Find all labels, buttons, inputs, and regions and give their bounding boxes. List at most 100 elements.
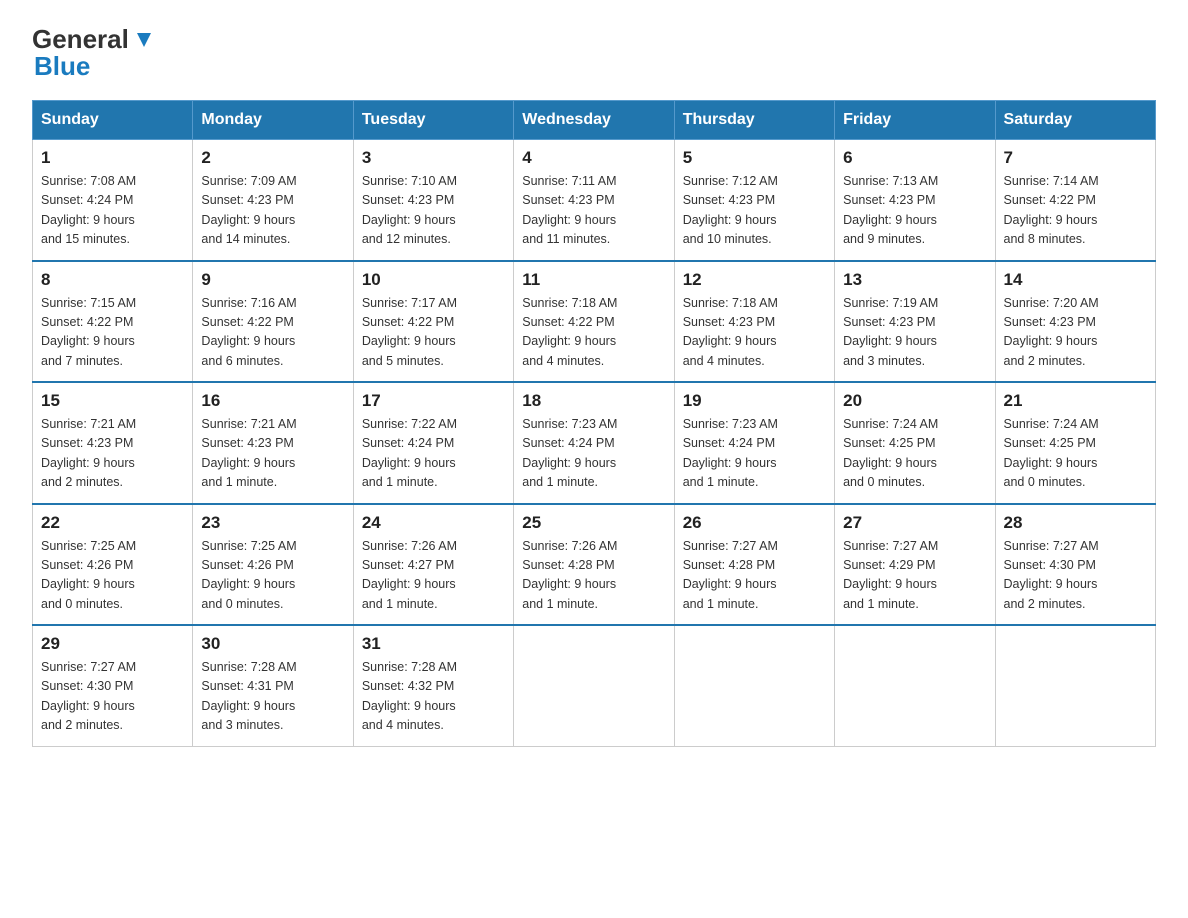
day-number: 12 (683, 270, 826, 290)
day-number: 7 (1004, 148, 1147, 168)
calendar-cell: 18Sunrise: 7:23 AMSunset: 4:24 PMDayligh… (514, 382, 674, 504)
calendar-cell: 31 Sunrise: 7:28 AMSunset: 4:32 PMDayligh… (353, 625, 513, 746)
calendar-cell: 11 Sunrise: 7:18 AMSunset: 4:22 PMDayligh… (514, 261, 674, 383)
calendar-cell: 13 Sunrise: 7:19 AMSunset: 4:23 PMDayligh… (835, 261, 995, 383)
calendar-cell: 26 Sunrise: 7:27 AMSunset: 4:28 PMDayligh… (674, 504, 834, 626)
calendar-cell: 24 Sunrise: 7:26 AMSunset: 4:27 PMDayligh… (353, 504, 513, 626)
calendar-cell: 12 Sunrise: 7:18 AMSunset: 4:23 PMDayligh… (674, 261, 834, 383)
logo-triangle-icon (131, 29, 153, 51)
day-info: Sunrise: 7:20 AMSunset: 4:23 PMDaylight:… (1004, 294, 1147, 372)
col-header-wednesday: Wednesday (514, 101, 674, 140)
day-number: 24 (362, 513, 505, 533)
day-number: 31 (362, 634, 505, 654)
day-info: Sunrise: 7:19 AMSunset: 4:23 PMDaylight:… (843, 294, 986, 372)
calendar-cell: 28Sunrise: 7:27 AMSunset: 4:30 PMDayligh… (995, 504, 1155, 626)
day-info: Sunrise: 7:25 AMSunset: 4:26 PMDaylight:… (41, 537, 184, 615)
day-number: 11 (522, 270, 665, 290)
calendar-week-row: 29 Sunrise: 7:27 AMSunset: 4:30 PMDayligh… (33, 625, 1156, 746)
day-info: Sunrise: 7:24 AMSunset: 4:25 PMDaylight:… (1004, 415, 1147, 493)
col-header-friday: Friday (835, 101, 995, 140)
calendar-cell: 17 Sunrise: 7:22 AMSunset: 4:24 PMDayligh… (353, 382, 513, 504)
calendar-cell: 23 Sunrise: 7:25 AMSunset: 4:26 PMDayligh… (193, 504, 353, 626)
day-info: Sunrise: 7:09 AMSunset: 4:23 PMDaylight:… (201, 172, 344, 250)
calendar-cell: 22 Sunrise: 7:25 AMSunset: 4:26 PMDayligh… (33, 504, 193, 626)
day-number: 23 (201, 513, 344, 533)
day-info: Sunrise: 7:13 AMSunset: 4:23 PMDaylight:… (843, 172, 986, 250)
logo: General Blue (32, 24, 153, 82)
day-info: Sunrise: 7:28 AMSunset: 4:31 PMDaylight:… (201, 658, 344, 736)
calendar-cell: 3 Sunrise: 7:10 AMSunset: 4:23 PMDaylight… (353, 140, 513, 261)
calendar-cell: 16 Sunrise: 7:21 AMSunset: 4:23 PMDayligh… (193, 382, 353, 504)
day-info: Sunrise: 7:27 AMSunset: 4:28 PMDaylight:… (683, 537, 826, 615)
day-info: Sunrise: 7:16 AMSunset: 4:22 PMDaylight:… (201, 294, 344, 372)
calendar-table: SundayMondayTuesdayWednesdayThursdayFrid… (32, 100, 1156, 747)
day-number: 13 (843, 270, 986, 290)
calendar-week-row: 1Sunrise: 7:08 AMSunset: 4:24 PMDaylight… (33, 140, 1156, 261)
logo-text-blue: Blue (34, 51, 90, 82)
day-info: Sunrise: 7:23 AMSunset: 4:24 PMDaylight:… (683, 415, 826, 493)
day-number: 21 (1004, 391, 1147, 411)
calendar-week-row: 8Sunrise: 7:15 AMSunset: 4:22 PMDaylight… (33, 261, 1156, 383)
calendar-header-row: SundayMondayTuesdayWednesdayThursdayFrid… (33, 101, 1156, 140)
day-number: 4 (522, 148, 665, 168)
calendar-cell: 19 Sunrise: 7:23 AMSunset: 4:24 PMDayligh… (674, 382, 834, 504)
day-number: 5 (683, 148, 826, 168)
day-number: 26 (683, 513, 826, 533)
calendar-cell: 10 Sunrise: 7:17 AMSunset: 4:22 PMDayligh… (353, 261, 513, 383)
day-info: Sunrise: 7:18 AMSunset: 4:23 PMDaylight:… (683, 294, 826, 372)
day-number: 29 (41, 634, 184, 654)
calendar-cell: 15 Sunrise: 7:21 AMSunset: 4:23 PMDayligh… (33, 382, 193, 504)
day-number: 17 (362, 391, 505, 411)
calendar-cell: 30 Sunrise: 7:28 AMSunset: 4:31 PMDayligh… (193, 625, 353, 746)
calendar-cell: 25Sunrise: 7:26 AMSunset: 4:28 PMDayligh… (514, 504, 674, 626)
day-info: Sunrise: 7:27 AMSunset: 4:29 PMDaylight:… (843, 537, 986, 615)
day-info: Sunrise: 7:14 AMSunset: 4:22 PMDaylight:… (1004, 172, 1147, 250)
day-info: Sunrise: 7:25 AMSunset: 4:26 PMDaylight:… (201, 537, 344, 615)
calendar-cell: 14Sunrise: 7:20 AMSunset: 4:23 PMDayligh… (995, 261, 1155, 383)
calendar-cell: 9 Sunrise: 7:16 AMSunset: 4:22 PMDaylight… (193, 261, 353, 383)
day-number: 3 (362, 148, 505, 168)
day-info: Sunrise: 7:21 AMSunset: 4:23 PMDaylight:… (41, 415, 184, 493)
col-header-saturday: Saturday (995, 101, 1155, 140)
calendar-cell: 1Sunrise: 7:08 AMSunset: 4:24 PMDaylight… (33, 140, 193, 261)
col-header-monday: Monday (193, 101, 353, 140)
day-number: 16 (201, 391, 344, 411)
day-number: 9 (201, 270, 344, 290)
day-number: 20 (843, 391, 986, 411)
calendar-cell: 20Sunrise: 7:24 AMSunset: 4:25 PMDayligh… (835, 382, 995, 504)
calendar-cell: 7 Sunrise: 7:14 AMSunset: 4:22 PMDaylight… (995, 140, 1155, 261)
day-info: Sunrise: 7:22 AMSunset: 4:24 PMDaylight:… (362, 415, 505, 493)
day-info: Sunrise: 7:21 AMSunset: 4:23 PMDaylight:… (201, 415, 344, 493)
calendar-cell (674, 625, 834, 746)
day-info: Sunrise: 7:26 AMSunset: 4:27 PMDaylight:… (362, 537, 505, 615)
day-info: Sunrise: 7:17 AMSunset: 4:22 PMDaylight:… (362, 294, 505, 372)
day-number: 28 (1004, 513, 1147, 533)
col-header-sunday: Sunday (33, 101, 193, 140)
calendar-cell: 4Sunrise: 7:11 AMSunset: 4:23 PMDaylight… (514, 140, 674, 261)
page-header: General Blue (32, 24, 1156, 82)
calendar-cell (995, 625, 1155, 746)
day-info: Sunrise: 7:27 AMSunset: 4:30 PMDaylight:… (41, 658, 184, 736)
day-info: Sunrise: 7:12 AMSunset: 4:23 PMDaylight:… (683, 172, 826, 250)
col-header-tuesday: Tuesday (353, 101, 513, 140)
day-info: Sunrise: 7:08 AMSunset: 4:24 PMDaylight:… (41, 172, 184, 250)
day-number: 10 (362, 270, 505, 290)
day-number: 15 (41, 391, 184, 411)
day-info: Sunrise: 7:10 AMSunset: 4:23 PMDaylight:… (362, 172, 505, 250)
day-info: Sunrise: 7:28 AMSunset: 4:32 PMDaylight:… (362, 658, 505, 736)
day-number: 22 (41, 513, 184, 533)
day-info: Sunrise: 7:18 AMSunset: 4:22 PMDaylight:… (522, 294, 665, 372)
day-number: 8 (41, 270, 184, 290)
calendar-week-row: 22 Sunrise: 7:25 AMSunset: 4:26 PMDayligh… (33, 504, 1156, 626)
day-number: 19 (683, 391, 826, 411)
calendar-cell (835, 625, 995, 746)
calendar-cell: 5 Sunrise: 7:12 AMSunset: 4:23 PMDaylight… (674, 140, 834, 261)
day-number: 2 (201, 148, 344, 168)
day-info: Sunrise: 7:23 AMSunset: 4:24 PMDaylight:… (522, 415, 665, 493)
day-info: Sunrise: 7:26 AMSunset: 4:28 PMDaylight:… (522, 537, 665, 615)
calendar-cell: 27Sunrise: 7:27 AMSunset: 4:29 PMDayligh… (835, 504, 995, 626)
calendar-cell (514, 625, 674, 746)
calendar-cell: 2 Sunrise: 7:09 AMSunset: 4:23 PMDaylight… (193, 140, 353, 261)
day-number: 30 (201, 634, 344, 654)
col-header-thursday: Thursday (674, 101, 834, 140)
